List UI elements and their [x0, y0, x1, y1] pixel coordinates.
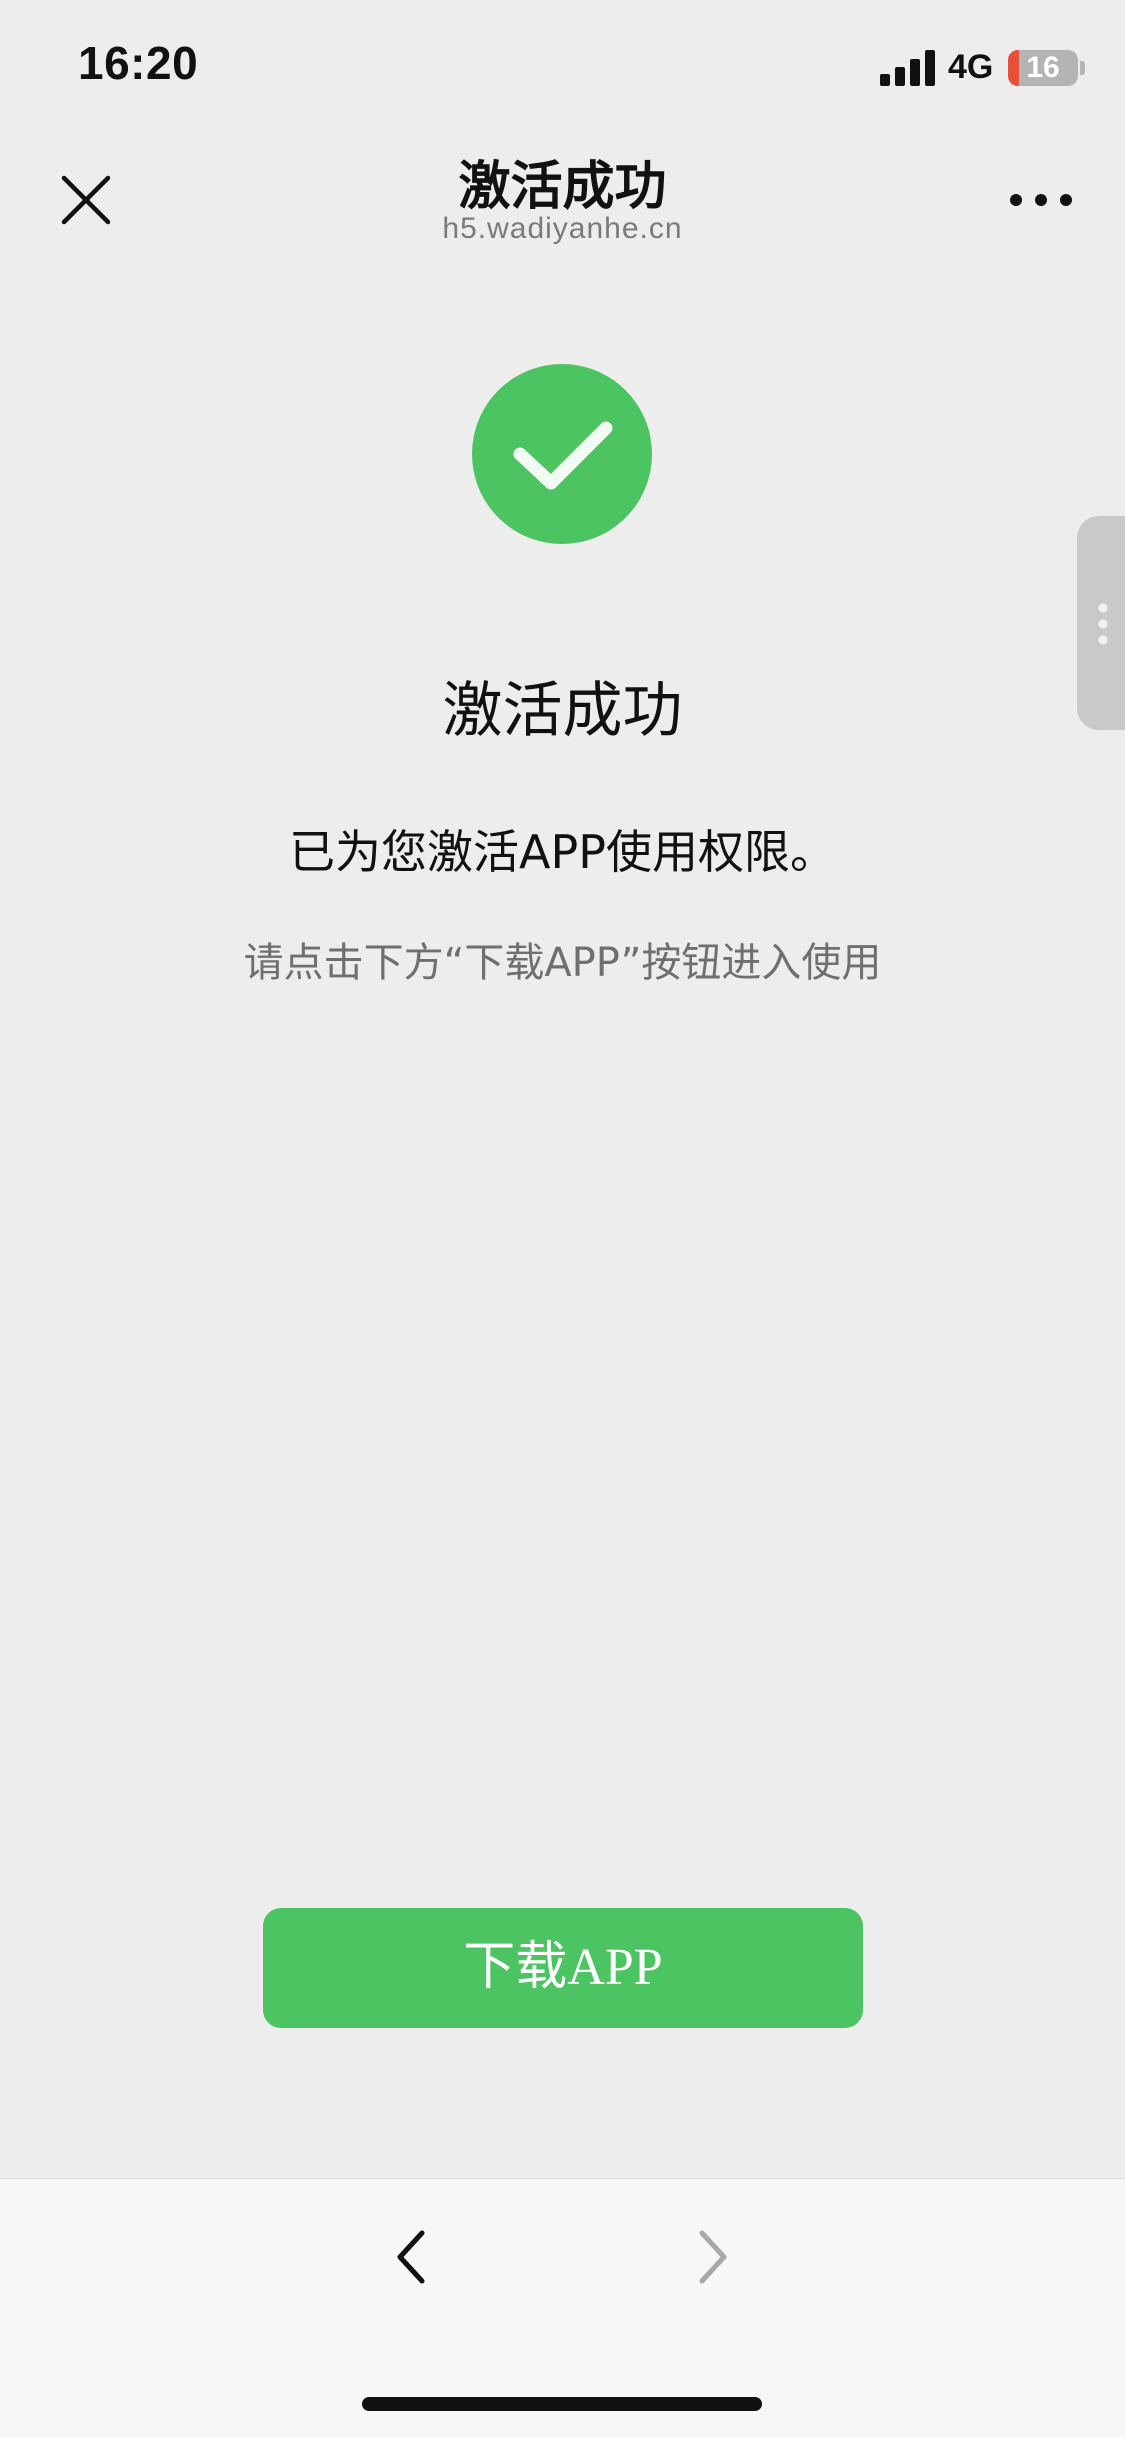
- vertical-dots-icon: [1098, 603, 1108, 645]
- chevron-left-icon[interactable]: [388, 2227, 436, 2287]
- battery-cap: [1080, 61, 1085, 75]
- battery-icon: 16: [1008, 50, 1078, 86]
- floating-side-handle[interactable]: [1077, 516, 1125, 730]
- status-time: 16:20: [78, 37, 199, 89]
- success-message: 已为您激活APP使用权限。: [289, 825, 836, 879]
- download-app-button[interactable]: 下载APP: [263, 1908, 863, 2028]
- more-icon[interactable]: [1006, 190, 1076, 210]
- signal-bars-icon: [880, 50, 935, 86]
- page-title: 激活成功: [458, 157, 667, 217]
- success-hint: 请点击下方“下载APP”按钮进入使用: [243, 940, 882, 986]
- bottom-toolbar: [0, 2178, 1125, 2437]
- network-type: 4G: [948, 48, 994, 86]
- chevron-right-icon[interactable]: [688, 2227, 736, 2287]
- check-circle-icon: [472, 364, 652, 544]
- status-bar: 16:20 4G 16: [0, 0, 1125, 132]
- home-indicator: [362, 2397, 762, 2411]
- success-title: 激活成功: [442, 676, 683, 746]
- page-url: h5.wadiyanhe.cn: [442, 212, 683, 245]
- battery-level: 16: [1026, 51, 1060, 84]
- nav-header: 激活成功 h5.wadiyanhe.cn: [0, 132, 1125, 272]
